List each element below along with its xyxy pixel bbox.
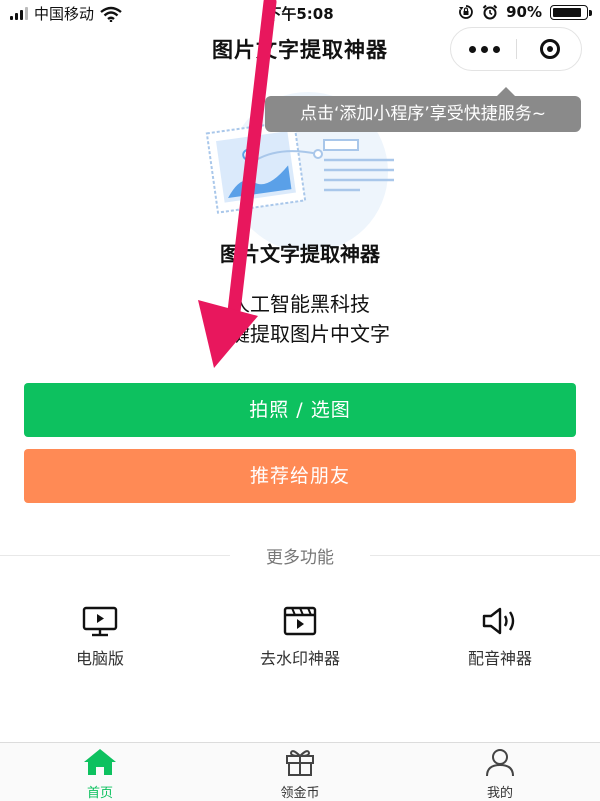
alarm-icon	[482, 4, 498, 20]
feature-label: 电脑版	[75, 649, 124, 668]
feature-label: 配音神器	[467, 649, 532, 668]
speaker-icon	[482, 607, 515, 635]
orientation-lock-icon	[459, 5, 473, 19]
status-bar: 中国移动 下午5:08 90%	[0, 0, 600, 26]
user-icon	[486, 749, 514, 777]
monitor-icon	[82, 606, 118, 637]
tagline-line-2: 一键提取图片中文字	[210, 322, 390, 346]
tab-label: 领金币	[280, 786, 320, 801]
battery-icon	[550, 4, 592, 20]
feature-pc-version[interactable]: 电脑版	[0, 605, 200, 675]
feature-watermark-remover[interactable]: 去水印神器	[200, 605, 400, 675]
recommend-to-friends-button[interactable]: 推荐给朋友	[24, 449, 576, 503]
miniprogram-capsule	[450, 27, 582, 71]
gift-icon	[286, 750, 314, 776]
tab-coins[interactable]: 领金币	[200, 747, 400, 801]
battery-percent: 90%	[506, 3, 542, 21]
tagline-line-1: 人工智能黑科技	[230, 292, 370, 316]
section-divider-right	[370, 555, 600, 556]
feature-label: 去水印神器	[259, 649, 340, 668]
home-icon	[84, 749, 116, 775]
bottom-tab-bar: 首页 领金币 我的	[0, 742, 600, 801]
clapperboard-icon	[283, 606, 317, 636]
close-miniprogram-button[interactable]	[517, 28, 583, 70]
tab-label: 我的	[486, 786, 513, 801]
status-right: 90%	[458, 3, 592, 21]
target-circle-icon	[540, 39, 560, 59]
battery-fill	[553, 7, 581, 17]
tab-me[interactable]: 我的	[400, 747, 600, 801]
app-title: 图片文字提取神器	[220, 242, 380, 266]
take-photo-button[interactable]: 拍照 / 选图	[24, 383, 576, 437]
tab-home[interactable]: 首页	[0, 747, 200, 801]
feature-dubbing[interactable]: 配音神器	[400, 605, 600, 675]
add-miniprogram-tooltip[interactable]: 点击‘添加小程序’享受快捷服务~	[265, 87, 581, 132]
ellipsis-icon[interactable]	[451, 28, 517, 70]
tab-label: 首页	[86, 786, 113, 801]
